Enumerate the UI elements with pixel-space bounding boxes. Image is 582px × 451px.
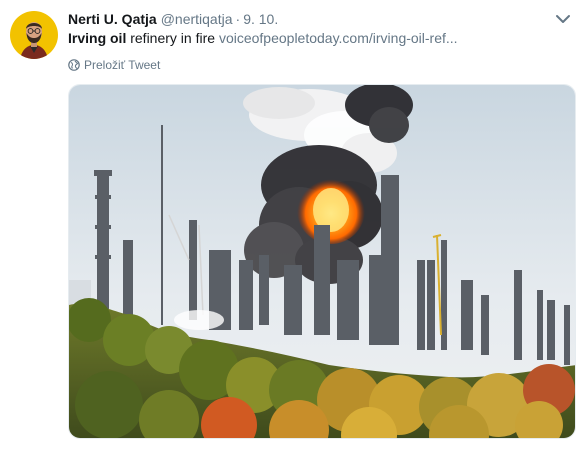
tweet-header: Nerti U. Qatja @nertiqatja · 9. 10. xyxy=(68,9,542,29)
author-handle[interactable]: @nertiqatja xyxy=(161,11,233,27)
refinery-fire-image xyxy=(69,85,575,438)
author-name[interactable]: Nerti U. Qatja xyxy=(68,11,157,27)
chevron-down-icon[interactable] xyxy=(555,12,571,26)
tweet-text-body: refinery in fire xyxy=(126,30,219,46)
avatar-image xyxy=(10,11,58,59)
avatar[interactable] xyxy=(10,11,58,59)
separator: · xyxy=(235,11,241,27)
tweet-link[interactable]: voiceofpeopletoday.com/irving-oil-ref... xyxy=(219,30,458,46)
tweet-text-bold: Irving oil xyxy=(68,30,127,46)
tweet-text: Irving oil refinery in fire voiceofpeopl… xyxy=(68,28,562,48)
translate-label: Preložiť Tweet xyxy=(84,58,161,72)
globe-icon xyxy=(68,59,80,71)
translate-tweet-button[interactable]: Preložiť Tweet xyxy=(68,57,160,73)
tweet-photo[interactable] xyxy=(68,84,576,439)
tweet-date[interactable]: 9. 10. xyxy=(243,11,278,27)
tweet-card[interactable]: Nerti U. Qatja @nertiqatja · 9. 10. Irving … xyxy=(0,0,582,451)
